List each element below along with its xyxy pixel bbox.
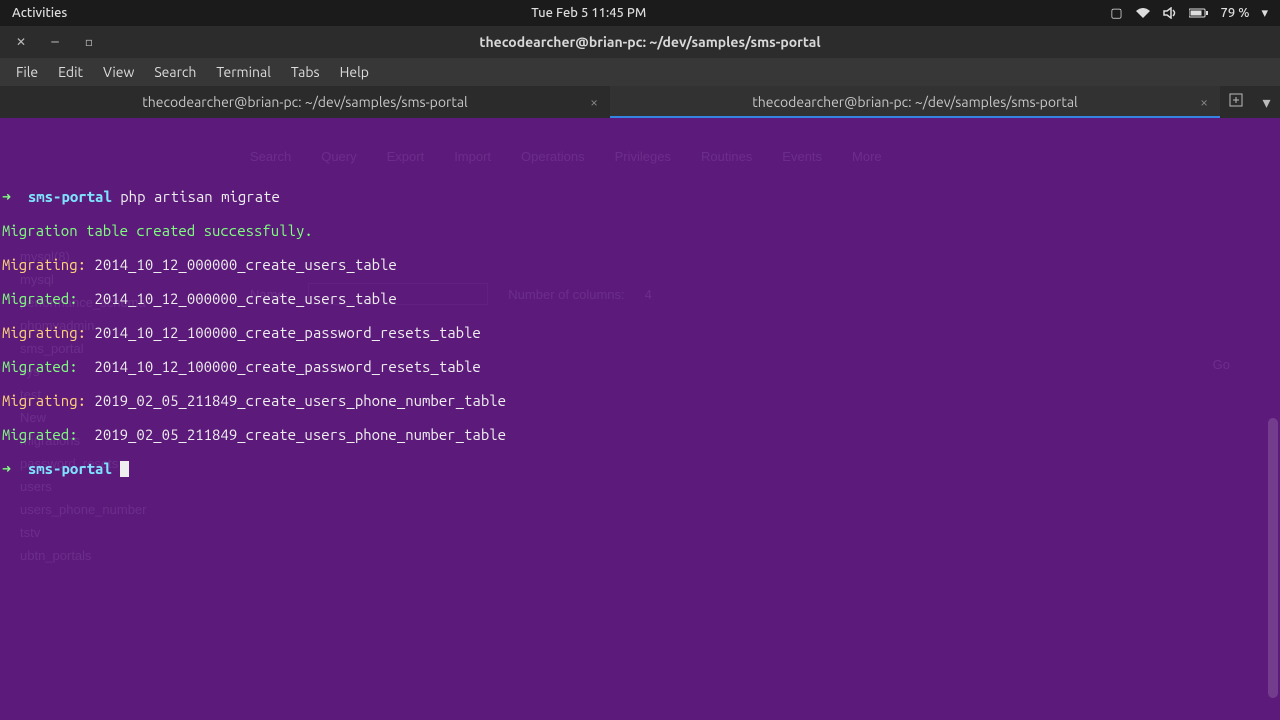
terminal-line: Migrated: 2014_10_12_000000_create_users… xyxy=(2,290,1280,307)
menu-search[interactable]: Search xyxy=(144,60,206,84)
close-window-button[interactable]: ✕ xyxy=(14,35,28,49)
terminal-line: Migration table created successfully. xyxy=(2,222,1280,239)
terminal-tabbar: thecodearcher@brian-pc: ~/dev/samples/sm… xyxy=(0,86,1280,118)
terminal-line: Migrated: 2019_02_05_211849_create_users… xyxy=(2,426,1280,443)
terminal-line: Migrated: 2014_10_12_100000_create_passw… xyxy=(2,358,1280,375)
gnome-topbar: Activities Tue Feb 5 11:45 PM ▢ 79 % ▾ xyxy=(0,0,1280,26)
background-window-ghost: SearchQuery ExportImport OperationsPrivi… xyxy=(0,118,1280,720)
tab-label: thecodearcher@brian-pc: ~/dev/samples/sm… xyxy=(752,94,1077,110)
terminal-tab-2[interactable]: thecodearcher@brian-pc: ~/dev/samples/sm… xyxy=(610,86,1220,118)
window-titlebar: ✕ ─ ▫ thecodearcher@brian-pc: ~/dev/samp… xyxy=(0,26,1280,58)
battery-icon xyxy=(1189,8,1209,18)
terminal-tab-1[interactable]: thecodearcher@brian-pc: ~/dev/samples/sm… xyxy=(0,86,610,118)
activities-button[interactable]: Activities xyxy=(0,6,79,20)
volume-icon xyxy=(1163,7,1177,19)
terminal-line: ➜ sms-portal php artisan migrate xyxy=(2,188,1280,205)
terminal-output[interactable]: SearchQuery ExportImport OperationsPrivi… xyxy=(0,118,1280,720)
tab-close-icon[interactable]: × xyxy=(590,94,598,110)
chevron-down-icon: ▾ xyxy=(1261,6,1268,21)
tab-menu-chevron-icon[interactable]: ▾ xyxy=(1262,93,1270,112)
menu-tabs[interactable]: Tabs xyxy=(281,60,330,84)
battery-percent: 79 % xyxy=(1221,6,1250,20)
window-title: thecodearcher@brian-pc: ~/dev/samples/sm… xyxy=(110,34,1190,50)
maximize-window-button[interactable]: ▫ xyxy=(82,35,96,49)
wifi-icon xyxy=(1135,7,1151,19)
menu-edit[interactable]: Edit xyxy=(48,60,93,84)
menubar: File Edit View Search Terminal Tabs Help xyxy=(0,58,1280,86)
tab-close-icon[interactable]: × xyxy=(1200,94,1208,110)
menu-terminal[interactable]: Terminal xyxy=(206,60,281,84)
screen-icon: ▢ xyxy=(1110,6,1122,21)
system-tray[interactable]: ▢ 79 % ▾ xyxy=(1098,6,1280,21)
new-tab-button[interactable] xyxy=(1229,93,1243,111)
terminal-line: Migrating: 2019_02_05_211849_create_user… xyxy=(2,392,1280,409)
menu-help[interactable]: Help xyxy=(330,60,379,84)
terminal-line: Migrating: 2014_10_12_100000_create_pass… xyxy=(2,324,1280,341)
minimize-window-button[interactable]: ─ xyxy=(48,35,62,49)
tab-label: thecodearcher@brian-pc: ~/dev/samples/sm… xyxy=(142,94,467,110)
menu-view[interactable]: View xyxy=(93,60,144,84)
terminal-prompt: ➜ sms-portal xyxy=(2,460,1280,477)
terminal-line: Migrating: 2014_10_12_000000_create_user… xyxy=(2,256,1280,273)
scrollbar[interactable] xyxy=(1268,418,1278,698)
clock[interactable]: Tue Feb 5 11:45 PM xyxy=(79,6,1098,20)
menu-file[interactable]: File xyxy=(6,60,48,84)
cursor xyxy=(120,461,129,477)
